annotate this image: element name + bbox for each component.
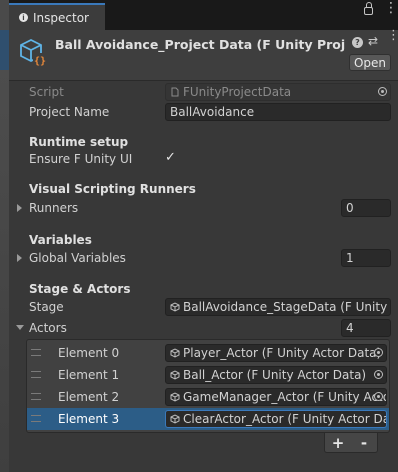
element-object-field[interactable]: ClearActor_Actor (F Unity Actor Data) (165, 410, 387, 428)
project-name-row: Project Name BallAvoidance (9, 102, 398, 122)
scriptable-object-small-icon (170, 348, 180, 358)
object-picker-icon (378, 87, 387, 96)
stage-object-field[interactable]: BallAvoidance_StageData (F Unity Stage D… (165, 298, 391, 316)
element-object-field[interactable]: GameManager_Actor (F Unity Actor Data) (165, 388, 387, 406)
drag-handle-icon[interactable] (31, 415, 41, 422)
global-variables-size-field[interactable]: 1 (341, 249, 391, 267)
script-value: FUnityProjectData (183, 85, 292, 99)
script-file-icon (171, 87, 179, 97)
ensure-ui-row: Ensure F Unity UI ✓ (9, 149, 398, 169)
stage-row: Stage BallAvoidance_StageData (F Unity S… (9, 297, 398, 317)
runners-size-field[interactable]: 0 (341, 199, 391, 217)
foldout-collapsed-icon[interactable] (17, 254, 22, 262)
runners-row[interactable]: Runners 0 (9, 198, 398, 218)
svg-text:{}: {} (34, 56, 46, 67)
drag-handle-icon[interactable] (31, 371, 41, 378)
tab-inspector[interactable]: i Inspector (9, 3, 105, 30)
ensure-ui-label: Ensure F Unity UI (29, 152, 133, 166)
project-name-input[interactable]: BallAvoidance (165, 103, 391, 121)
object-picker-icon[interactable] (374, 392, 383, 401)
foldout-collapsed-icon[interactable] (17, 204, 22, 212)
list-item-selected[interactable]: Element 3 ClearActor_Actor (F Unity Acto… (27, 408, 389, 430)
asset-header: {} Ball Avoidance_Project Data (F Unity … (9, 29, 398, 81)
asset-title: Ball Avoidance_Project Data (F Unity Pro… (55, 37, 345, 52)
actors-list: Element 0 Player_Actor (F Unity Actor Da… (26, 339, 390, 433)
inspector-panel: {} Ball Avoidance_Project Data (F Unity … (9, 29, 398, 472)
open-button[interactable]: Open (349, 54, 391, 71)
actors-label: Actors (29, 321, 67, 335)
visual-scripting-heading: Visual Scripting Runners (29, 182, 196, 196)
scriptable-object-small-icon (170, 414, 180, 424)
actors-row[interactable]: Actors 4 (9, 318, 398, 338)
more-menu-icon[interactable]: ⋮ (387, 29, 398, 42)
element-object-field[interactable]: Ball_Actor (F Unity Actor Data) (165, 366, 387, 384)
object-picker-icon[interactable] (374, 370, 383, 379)
list-item[interactable]: Element 2 GameManager_Actor (F Unity Act… (27, 386, 389, 408)
ensure-ui-checkbox[interactable]: ✓ (165, 151, 179, 165)
add-element-button[interactable]: + (325, 433, 351, 452)
list-item[interactable]: Element 1 Ball_Actor (F Unity Actor Data… (27, 364, 389, 386)
list-add-remove: + - (324, 433, 378, 453)
variables-heading: Variables (29, 233, 92, 247)
scene-view-edge (0, 0, 9, 472)
element-label: Element 1 (58, 368, 120, 382)
help-icon[interactable]: ? (352, 37, 363, 48)
script-label: Script (29, 85, 64, 99)
runners-label: Runners (29, 201, 79, 215)
scriptable-object-small-icon (170, 370, 180, 380)
project-name-label: Project Name (29, 105, 110, 119)
stage-value: BallAvoidance_StageData (F Unity Stage D… (183, 300, 390, 314)
scene-view-edge-gradient (0, 70, 9, 472)
drag-handle-icon[interactable] (31, 393, 41, 400)
tab-inspector-label: Inspector (33, 10, 89, 25)
info-icon: i (19, 13, 28, 22)
kebab-menu-icon[interactable]: ⋮ (384, 1, 398, 15)
element-label: Element 3 (58, 412, 120, 426)
element-object-field[interactable]: Player_Actor (F Unity Actor Data) (165, 344, 387, 362)
foldout-expanded-icon[interactable] (16, 325, 24, 330)
element-value: Ball_Actor (F Unity Actor Data) (183, 368, 367, 382)
scene-view-edge-highlight (0, 30, 9, 70)
element-value: GameManager_Actor (F Unity Actor Data) (183, 390, 386, 404)
runtime-setup-heading: Runtime setup (29, 135, 129, 149)
global-variables-label: Global Variables (29, 251, 126, 265)
element-label: Element 0 (58, 346, 120, 360)
lock-icon[interactable] (364, 2, 373, 15)
script-row: Script FUnityProjectData (9, 82, 398, 102)
tab-bar: i Inspector ⋮ (9, 0, 398, 30)
global-variables-row[interactable]: Global Variables 1 (9, 248, 398, 268)
actors-size-field[interactable]: 4 (341, 319, 391, 337)
drag-handle-icon[interactable] (31, 349, 41, 356)
stage-label: Stage (29, 300, 64, 314)
remove-element-button[interactable]: - (351, 433, 377, 452)
script-field: FUnityProjectData (165, 83, 391, 101)
scriptable-object-small-icon (170, 302, 180, 312)
object-picker-icon[interactable] (374, 348, 383, 357)
presets-icon[interactable]: ⇄ (368, 34, 378, 48)
element-value: Player_Actor (F Unity Actor Data) (183, 346, 382, 360)
stage-actors-heading: Stage & Actors (29, 282, 131, 296)
list-item[interactable]: Element 0 Player_Actor (F Unity Actor Da… (27, 342, 389, 364)
scriptable-object-small-icon (170, 392, 180, 402)
element-value: ClearActor_Actor (F Unity Actor Data) (183, 412, 387, 426)
scriptable-object-icon: {} (20, 38, 47, 67)
element-label: Element 2 (58, 390, 120, 404)
